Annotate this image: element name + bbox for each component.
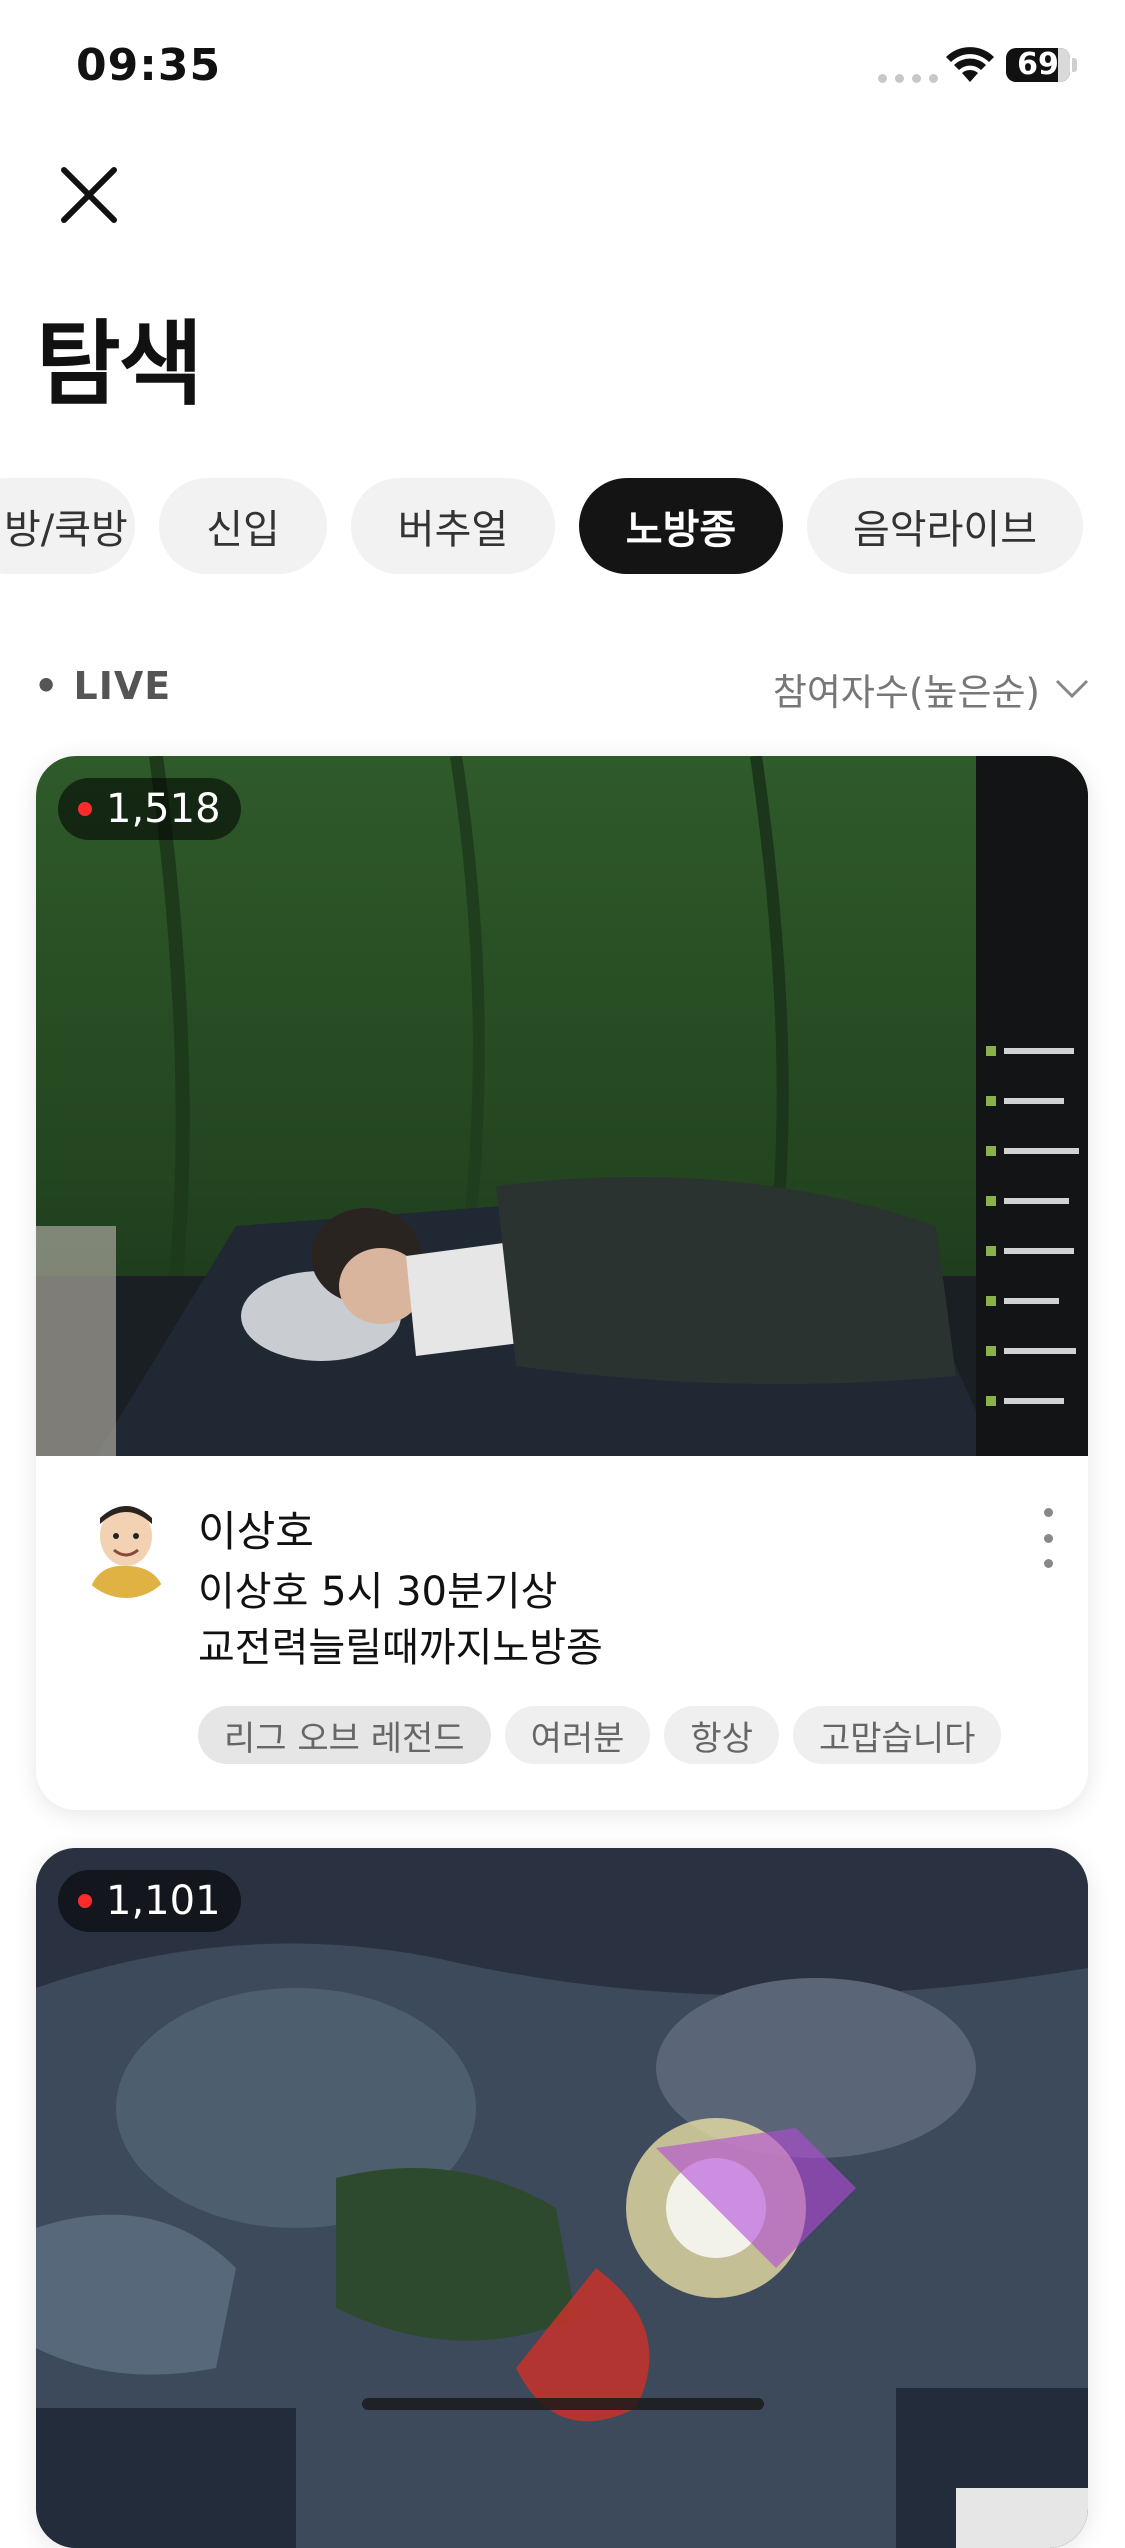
chip-mukbang[interactable]: 먹방/쿡방 <box>0 478 135 574</box>
section-header: • LIVE 참여자수(높은순) <box>34 656 1090 716</box>
battery-tip <box>1072 58 1077 72</box>
stream-title[interactable]: 이상호 5시 30분기상 교전력늘릴때까지노방종 <box>198 1564 998 1676</box>
tag-item[interactable]: 여러분 <box>504 1706 651 1764</box>
home-indicator[interactable] <box>362 2398 764 2410</box>
page-title: 탐색 <box>36 311 203 418</box>
stream-info: 이상호 이상호 5시 30분기상 교전력늘릴때까지노방종 리그 오브 레전드 여… <box>36 1456 1088 1810</box>
streamer-name[interactable]: 이상호 <box>198 1498 314 1559</box>
status-time: 09:35 <box>76 40 222 91</box>
viewer-count: 1,518 <box>106 786 221 832</box>
viewer-count-badge: 1,518 <box>58 778 241 840</box>
tag-game[interactable]: 리그 오브 레전드 <box>198 1706 491 1764</box>
stream-card[interactable]: 1,101 <box>36 1848 1088 2548</box>
chip-music-live[interactable]: 음악라이브 <box>807 478 1083 574</box>
stream-title-line-1: 이상호 5시 30분기상 <box>198 1569 558 1615</box>
stream-title-line-2: 교전력늘릴때까지노방종 <box>198 1625 603 1671</box>
chip-virtual[interactable]: 버추얼 <box>351 478 555 574</box>
close-icon[interactable] <box>54 160 124 230</box>
sort-dropdown[interactable]: 참여자수(높은순) <box>773 662 1090 716</box>
thumbnail-image <box>36 1848 1088 2548</box>
tag-item[interactable]: 고맙습니다 <box>792 1706 1002 1764</box>
more-vertical-icon[interactable] <box>1038 1508 1058 1568</box>
live-dot-icon <box>78 802 92 816</box>
viewer-count: 1,101 <box>106 1878 221 1924</box>
status-bar: 09:35 69 <box>0 0 1125 135</box>
stream-card[interactable]: 1,518 이상호 이상호 5시 30분기상 교전력늘릴때까지노방종 리그 오브… <box>36 756 1088 1810</box>
battery-level: 69 <box>1017 48 1059 82</box>
tag-list: 리그 오브 레전드 여러분 항상 고맙습니다 <box>198 1706 1002 1764</box>
live-dot-icon <box>78 1894 92 1908</box>
chip-new[interactable]: 신입 <box>159 478 327 574</box>
category-chips: 먹방/쿡방 신입 버추얼 노방종 음악라이브 <box>0 478 1083 574</box>
cellular-signal-icon <box>878 74 938 83</box>
tag-item[interactable]: 항상 <box>664 1706 779 1764</box>
thumbnail-image <box>36 756 1088 1456</box>
battery-icon: 69 <box>1006 48 1070 82</box>
avatar[interactable] <box>74 1494 178 1598</box>
chevron-down-icon <box>1055 679 1089 699</box>
sort-label: 참여자수(높은순) <box>772 671 1040 714</box>
viewer-count-badge: 1,101 <box>58 1870 241 1932</box>
chip-no-end[interactable]: 노방종 <box>579 478 783 574</box>
stream-thumbnail[interactable]: 1,518 <box>36 756 1088 1456</box>
wifi-icon <box>946 47 994 82</box>
live-label: • LIVE <box>34 664 172 708</box>
stream-thumbnail[interactable]: 1,101 <box>36 1848 1088 2548</box>
